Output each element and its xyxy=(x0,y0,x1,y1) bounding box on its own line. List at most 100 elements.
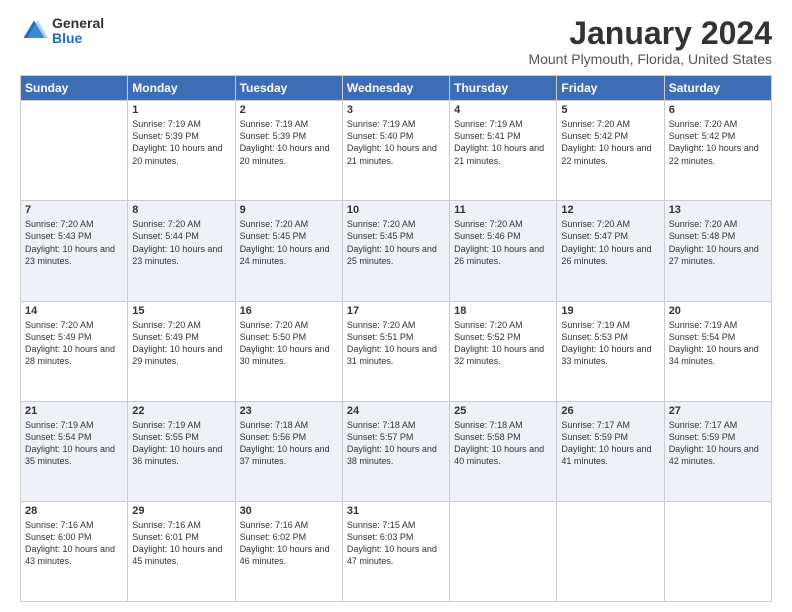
day-info: Sunrise: 7:19 AMSunset: 5:54 PMDaylight:… xyxy=(25,419,123,468)
table-row: 2Sunrise: 7:19 AMSunset: 5:39 PMDaylight… xyxy=(235,101,342,201)
day-info: Sunrise: 7:20 AMSunset: 5:45 PMDaylight:… xyxy=(347,218,445,267)
day-number: 7 xyxy=(25,204,123,216)
day-number: 1 xyxy=(132,104,230,116)
day-info: Sunrise: 7:19 AMSunset: 5:41 PMDaylight:… xyxy=(454,118,552,167)
table-row: 7Sunrise: 7:20 AMSunset: 5:43 PMDaylight… xyxy=(21,201,128,301)
day-info: Sunrise: 7:20 AMSunset: 5:51 PMDaylight:… xyxy=(347,319,445,368)
day-info: Sunrise: 7:16 AMSunset: 6:01 PMDaylight:… xyxy=(132,519,230,568)
col-friday: Friday xyxy=(557,76,664,101)
day-number: 15 xyxy=(132,305,230,317)
day-number: 24 xyxy=(347,405,445,417)
col-wednesday: Wednesday xyxy=(342,76,449,101)
day-number: 4 xyxy=(454,104,552,116)
day-number: 2 xyxy=(240,104,338,116)
table-row: 24 Sunrise: 7:18 AMSunset: 5:57 PMDayligh… xyxy=(342,401,449,501)
day-info: Sunrise: 7:20 AMSunset: 5:50 PMDaylight:… xyxy=(240,319,338,368)
table-row: 26 Sunrise: 7:17 AMSunset: 5:59 PMDayligh… xyxy=(557,401,664,501)
day-number: 13 xyxy=(669,204,767,216)
table-row: 14 Sunrise: 7:20 AMSunset: 5:49 PMDayligh… xyxy=(21,301,128,401)
table-row xyxy=(557,501,664,601)
day-number: 23 xyxy=(240,405,338,417)
day-info: Sunrise: 7:16 AMSunset: 6:02 PMDaylight:… xyxy=(240,519,338,568)
day-number: 30 xyxy=(240,505,338,517)
table-row: 10 Sunrise: 7:20 AMSunset: 5:45 PMDayligh… xyxy=(342,201,449,301)
table-row: 17 Sunrise: 7:20 AMSunset: 5:51 PMDayligh… xyxy=(342,301,449,401)
table-row: 6 Sunrise: 7:20 AMSunset: 5:42 PMDaylight… xyxy=(664,101,771,201)
table-row: 23 Sunrise: 7:18 AMSunset: 5:56 PMDayligh… xyxy=(235,401,342,501)
col-thursday: Thursday xyxy=(450,76,557,101)
table-row: 18 Sunrise: 7:20 AMSunset: 5:52 PMDayligh… xyxy=(450,301,557,401)
table-row: 31Sunrise: 7:15 AMSunset: 6:03 PMDayligh… xyxy=(342,501,449,601)
day-info: Sunrise: 7:20 AMSunset: 5:45 PMDaylight:… xyxy=(240,218,338,267)
table-row: 29 Sunrise: 7:16 AMSunset: 6:01 PMDayligh… xyxy=(128,501,235,601)
logo-blue-text: Blue xyxy=(52,31,104,46)
table-row: 8Sunrise: 7:20 AMSunset: 5:44 PMDaylight… xyxy=(128,201,235,301)
logo-icon xyxy=(20,17,48,45)
table-row: 15 Sunrise: 7:20 AMSunset: 5:49 PMDayligh… xyxy=(128,301,235,401)
day-info: Sunrise: 7:20 AMSunset: 5:42 PMDaylight:… xyxy=(669,118,767,167)
day-info: Sunrise: 7:19 AMSunset: 5:39 PMDaylight:… xyxy=(132,118,230,167)
day-number: 25 xyxy=(454,405,552,417)
table-row: 25Sunrise: 7:18 AMSunset: 5:58 PMDayligh… xyxy=(450,401,557,501)
day-number: 27 xyxy=(669,405,767,417)
day-info: Sunrise: 7:17 AMSunset: 5:59 PMDaylight:… xyxy=(669,419,767,468)
day-number: 26 xyxy=(561,405,659,417)
table-row: 20 Sunrise: 7:19 AMSunset: 5:54 PMDayligh… xyxy=(664,301,771,401)
table-row xyxy=(21,101,128,201)
day-info: Sunrise: 7:18 AMSunset: 5:57 PMDaylight:… xyxy=(347,419,445,468)
table-row: 1 Sunrise: 7:19 AMSunset: 5:39 PMDaylight… xyxy=(128,101,235,201)
day-info: Sunrise: 7:16 AMSunset: 6:00 PMDaylight:… xyxy=(25,519,123,568)
col-saturday: Saturday xyxy=(664,76,771,101)
col-sunday: Sunday xyxy=(21,76,128,101)
day-info: Sunrise: 7:20 AMSunset: 5:44 PMDaylight:… xyxy=(132,218,230,267)
header: General Blue January 2024 Mount Plymouth… xyxy=(20,16,772,67)
table-row: 11 Sunrise: 7:20 AMSunset: 5:46 PMDayligh… xyxy=(450,201,557,301)
day-info: Sunrise: 7:20 AMSunset: 5:52 PMDaylight:… xyxy=(454,319,552,368)
day-number: 5 xyxy=(561,104,659,116)
day-info: Sunrise: 7:18 AMSunset: 5:56 PMDaylight:… xyxy=(240,419,338,468)
day-number: 17 xyxy=(347,305,445,317)
day-info: Sunrise: 7:20 AMSunset: 5:49 PMDaylight:… xyxy=(25,319,123,368)
logo-text: General Blue xyxy=(52,16,104,47)
day-info: Sunrise: 7:19 AMSunset: 5:53 PMDaylight:… xyxy=(561,319,659,368)
table-row: 13 Sunrise: 7:20 AMSunset: 5:48 PMDayligh… xyxy=(664,201,771,301)
day-number: 29 xyxy=(132,505,230,517)
title-block: January 2024 Mount Plymouth, Florida, Un… xyxy=(528,16,772,67)
calendar-table: Sunday Monday Tuesday Wednesday Thursday… xyxy=(20,75,772,602)
day-number: 9 xyxy=(240,204,338,216)
day-info: Sunrise: 7:20 AMSunset: 5:48 PMDaylight:… xyxy=(669,218,767,267)
table-row: 3 Sunrise: 7:19 AMSunset: 5:40 PMDaylight… xyxy=(342,101,449,201)
day-number: 14 xyxy=(25,305,123,317)
table-row: 30 Sunrise: 7:16 AMSunset: 6:02 PMDayligh… xyxy=(235,501,342,601)
page: General Blue January 2024 Mount Plymouth… xyxy=(0,0,792,612)
day-number: 10 xyxy=(347,204,445,216)
table-row: 9 Sunrise: 7:20 AMSunset: 5:45 PMDaylight… xyxy=(235,201,342,301)
day-info: Sunrise: 7:20 AMSunset: 5:49 PMDaylight:… xyxy=(132,319,230,368)
day-number: 16 xyxy=(240,305,338,317)
table-row xyxy=(664,501,771,601)
table-row: 19 Sunrise: 7:19 AMSunset: 5:53 PMDayligh… xyxy=(557,301,664,401)
day-number: 11 xyxy=(454,204,552,216)
table-row xyxy=(450,501,557,601)
logo: General Blue xyxy=(20,16,104,47)
day-number: 21 xyxy=(25,405,123,417)
day-number: 18 xyxy=(454,305,552,317)
day-number: 6 xyxy=(669,104,767,116)
day-number: 22 xyxy=(132,405,230,417)
day-number: 19 xyxy=(561,305,659,317)
day-info: Sunrise: 7:19 AMSunset: 5:55 PMDaylight:… xyxy=(132,419,230,468)
day-number: 12 xyxy=(561,204,659,216)
day-info: Sunrise: 7:19 AMSunset: 5:40 PMDaylight:… xyxy=(347,118,445,167)
table-row: 28Sunrise: 7:16 AMSunset: 6:00 PMDayligh… xyxy=(21,501,128,601)
day-info: Sunrise: 7:17 AMSunset: 5:59 PMDaylight:… xyxy=(561,419,659,468)
day-info: Sunrise: 7:19 AMSunset: 5:54 PMDaylight:… xyxy=(669,319,767,368)
day-info: Sunrise: 7:20 AMSunset: 5:46 PMDaylight:… xyxy=(454,218,552,267)
calendar-week-row: 7Sunrise: 7:20 AMSunset: 5:43 PMDaylight… xyxy=(21,201,772,301)
calendar-title: January 2024 xyxy=(528,16,772,51)
table-row: 22 Sunrise: 7:19 AMSunset: 5:55 PMDayligh… xyxy=(128,401,235,501)
table-row: 12Sunrise: 7:20 AMSunset: 5:47 PMDayligh… xyxy=(557,201,664,301)
logo-general-text: General xyxy=(52,16,104,31)
day-number: 20 xyxy=(669,305,767,317)
day-number: 3 xyxy=(347,104,445,116)
table-row: 16 Sunrise: 7:20 AMSunset: 5:50 PMDayligh… xyxy=(235,301,342,401)
